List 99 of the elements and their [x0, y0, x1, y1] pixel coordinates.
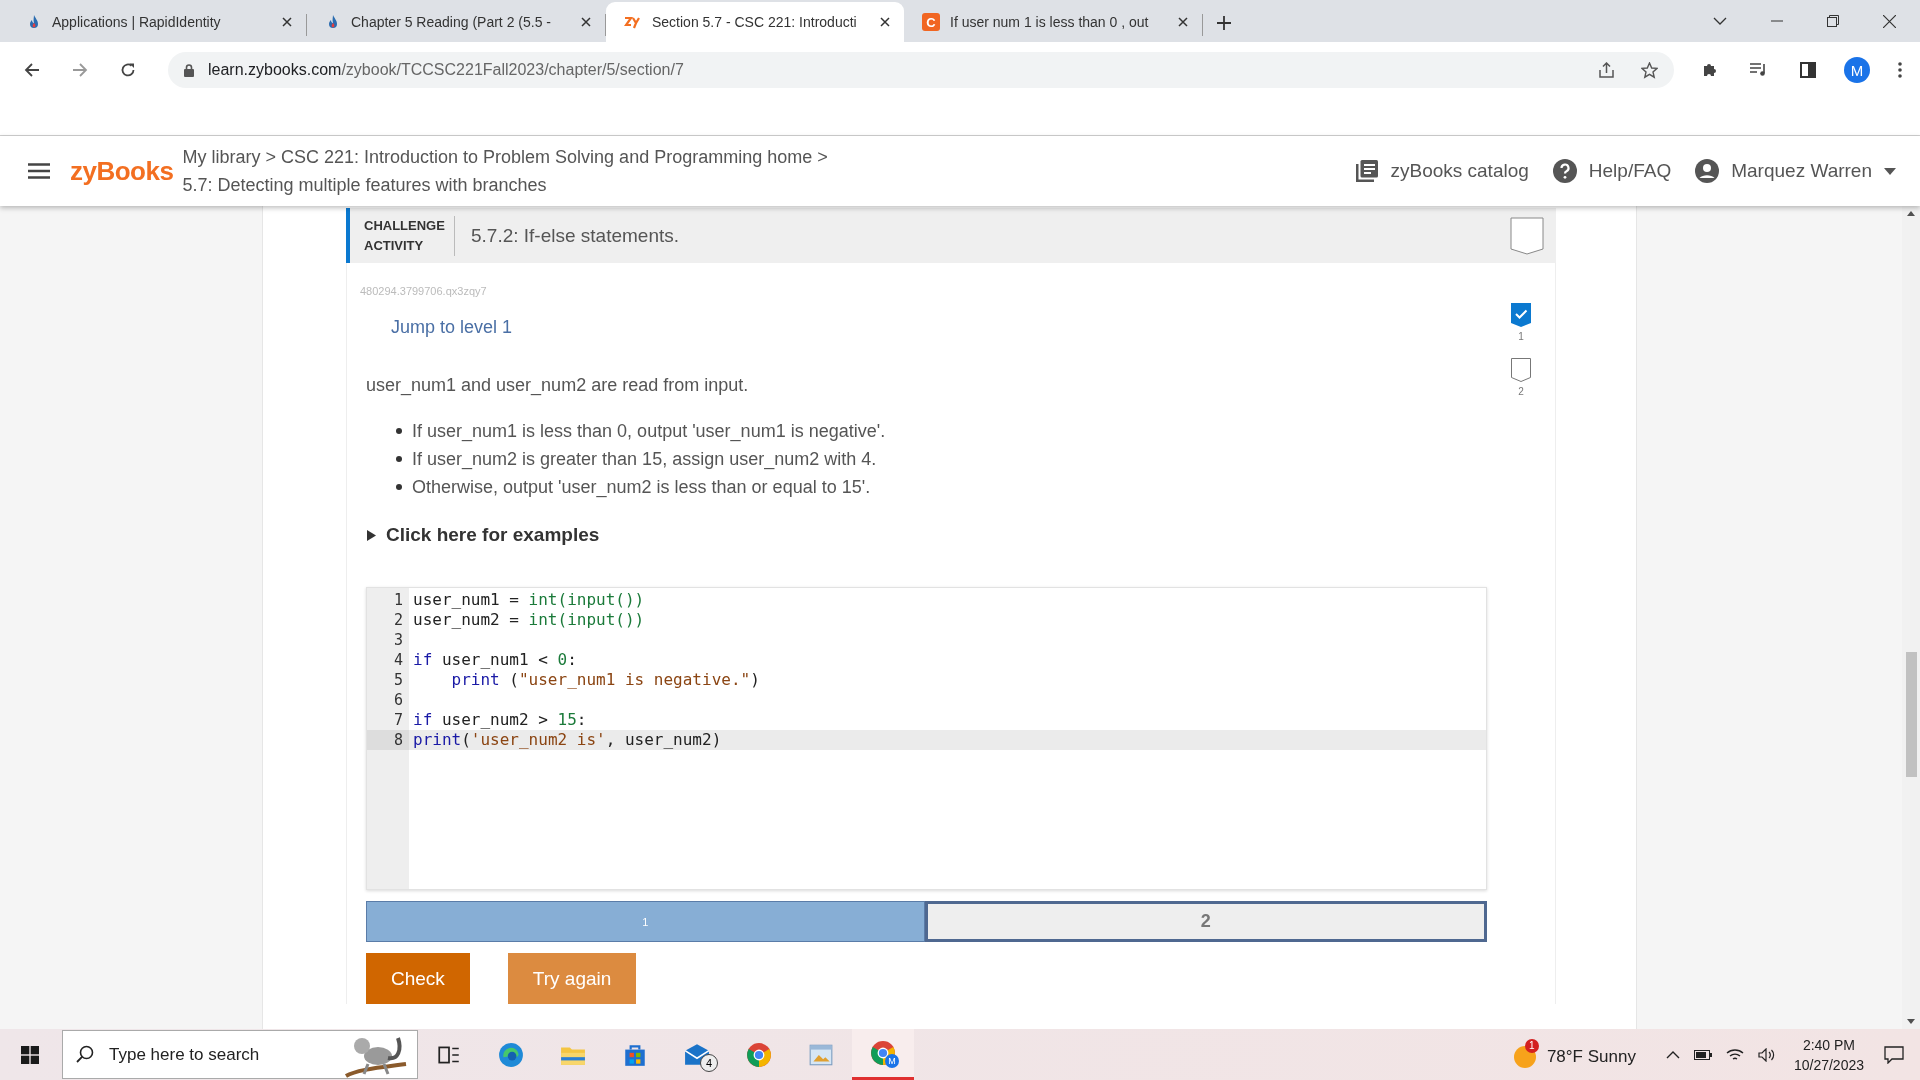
triangle-right-icon — [366, 529, 377, 541]
caret-icon — [1884, 167, 1896, 175]
bullet-dot — [396, 428, 402, 434]
close-icon[interactable] — [880, 17, 890, 27]
level-icon[interactable] — [1511, 358, 1531, 382]
search-field[interactable]: Type here to search — [62, 1030, 418, 1079]
prompt-text: user_num1 and user_num2 are read from input. — [366, 375, 750, 396]
code-line: print ("user_num1 is negative.") — [450, 670, 760, 689]
line-number: 4 — [392, 650, 404, 670]
weather-widget[interactable]: 1 78°F Sunny — [1512, 1036, 1636, 1073]
bullet-dot — [396, 484, 402, 490]
tricolor-circle-icon — [870, 1040, 896, 1066]
close-icon[interactable] — [1883, 14, 1896, 28]
tab-title: Chapter 5 Reading (Part 2 (5.5 - — [351, 14, 552, 30]
restore-icon[interactable] — [1827, 15, 1839, 27]
line-number: 6 — [392, 690, 404, 710]
chevron-up-icon[interactable] — [1665, 1050, 1680, 1059]
sidebar-icon[interactable] — [1800, 62, 1816, 78]
browser-tab[interactable]: Applications | RapidIdentity — [8, 2, 306, 42]
activity-label: CHALLENGE ACTIVITY — [350, 215, 455, 256]
level-number: 1 — [1518, 331, 1524, 342]
check-button[interactable]: Check — [366, 953, 470, 1004]
code-line: print('user_num2 is', user_num2) — [413, 730, 722, 749]
chevron-down-icon[interactable] — [1713, 17, 1727, 25]
level-number: 2 — [1518, 386, 1524, 397]
forward-arrow-icon[interactable] — [72, 62, 88, 78]
new-tab-icon[interactable] — [1217, 16, 1231, 30]
media-list-icon[interactable] — [1750, 63, 1768, 77]
tab-title: Section 5.7 - CSC 221: Introducti — [652, 14, 858, 30]
windows-start-icon[interactable] — [21, 1045, 39, 1064]
notification-icon[interactable] — [1884, 1045, 1904, 1064]
line-number: 3 — [392, 630, 404, 650]
close-icon[interactable] — [581, 17, 591, 27]
library-icon — [1356, 160, 1379, 182]
profile-avatar[interactable]: M — [1844, 57, 1870, 83]
lock-icon — [184, 63, 194, 77]
instruction-text: If user_num1 is less than 0, output 'user_num1 is negative'. — [412, 420, 886, 442]
examples-toggle[interactable]: Click here for examples — [366, 524, 600, 546]
account-icon — [1695, 159, 1720, 183]
profile-badge: M — [885, 1054, 899, 1068]
code-line: if user_num2 > 15: — [413, 710, 587, 729]
reload-icon[interactable] — [120, 62, 136, 78]
jump-link[interactable]: Jump to level 1 — [391, 317, 513, 338]
catalog-link[interactable]: zyBooks catalog — [1356, 160, 1529, 182]
clock[interactable]: 2:40 PM 10/27/2023 — [1793, 1034, 1864, 1075]
letter-icon: C — [922, 13, 940, 31]
speaker-icon[interactable] — [1757, 1047, 1776, 1062]
line-number: 1 — [392, 590, 404, 610]
taskbar-app[interactable]: M — [852, 1029, 914, 1080]
back-arrow-icon[interactable] — [24, 62, 40, 78]
clock-time: 2:40 PM — [1802, 1035, 1856, 1055]
search-icon — [76, 1045, 94, 1063]
tab-title: Applications | RapidIdentity — [52, 14, 222, 30]
help-link[interactable]: Help/FAQ — [1552, 159, 1672, 183]
menu-icon[interactable] — [28, 163, 50, 179]
battery-icon[interactable] — [1693, 1049, 1712, 1060]
scrollbar[interactable] — [1902, 206, 1920, 1029]
url-text: learn.zybooks.com/zybook/TCCSC221Fall2023/chapter/5/section/7 — [208, 61, 684, 79]
star-icon[interactable] — [1641, 61, 1658, 79]
tricolor-circle-icon — [746, 1041, 772, 1068]
scroll-up-icon — [1907, 211, 1915, 216]
line-number: 5 — [392, 670, 404, 690]
line-number: 2 — [392, 610, 404, 630]
scroll-down-icon — [1907, 1019, 1915, 1024]
activity-title: 5.7.2: If-else statements. — [471, 224, 680, 247]
puzzle-piece-icon[interactable] — [1702, 62, 1718, 78]
checked-level-icon[interactable] — [1511, 303, 1531, 327]
clock-date: 10/27/2023 — [1793, 1055, 1864, 1075]
instruction-text: If user_num2 is greater than 15, assign user_num2 with 4. — [412, 448, 877, 470]
scroll-thumb[interactable] — [1905, 652, 1917, 777]
help-icon — [1552, 159, 1577, 183]
browser-tab[interactable]: C If user num 1 is less than 0 , out — [904, 2, 1202, 42]
swirl-circle-icon — [498, 1041, 524, 1068]
close-icon[interactable] — [282, 17, 292, 27]
tab-title: If user num 1 is less than 0 , out — [950, 14, 1150, 30]
bullet-dot — [396, 456, 402, 462]
more-menu-icon[interactable] — [1898, 62, 1902, 78]
address-bar[interactable]: learn.zybooks.com/zybook/TCCSC221Fall2023/chapter/5/section/7 — [168, 52, 1674, 88]
code-line: user_num1 = int(input()) — [413, 590, 645, 609]
code-line: if user_num1 < 0: — [413, 650, 577, 669]
user-menu[interactable]: Marquez Warren — [1695, 159, 1896, 183]
wifi-icon[interactable] — [1725, 1047, 1744, 1062]
taskbar-app[interactable]: 4 — [666, 1029, 728, 1080]
count-badge: 4 — [700, 1054, 718, 1072]
line-number: 8 — [367, 730, 409, 750]
section-title: 5.7: Detecting multiple features with branches — [182, 174, 548, 197]
line-number: 7 — [392, 710, 404, 730]
level-segment[interactable]: 2 — [924, 901, 1487, 942]
activity-id: 480294.3799706.qx3zqy7 — [360, 285, 488, 297]
zy-logo-icon — [624, 15, 642, 29]
browser-tab[interactable]: Section 5.7 - CSC 221: Introducti — [606, 2, 904, 42]
code-editor[interactable]: 1 2 3 4 5 6 7 8 user_num1 = int(input()) user_num2 = int(input()) if user_num1 < 0: print ("user_num1 is negative.") if user_num2 > 15: print('user_num2 is', user_num2) — [366, 587, 1487, 890]
close-icon[interactable] — [1178, 17, 1188, 27]
instruction-text: Otherwise, output 'user_num2 is less than or equal to 15'. — [412, 476, 871, 498]
share-icon[interactable] — [1598, 62, 1615, 78]
breadcrumb-link[interactable]: My library > CSC 221: Introduction to Problem Solving and Programming home > — [182, 143, 828, 171]
code-line: user_num2 = int(input()) — [413, 610, 645, 629]
alert-badge: 1 — [1524, 1038, 1539, 1053]
browser-tab[interactable]: Chapter 5 Reading (Part 2 (5.5 - — [307, 2, 605, 42]
